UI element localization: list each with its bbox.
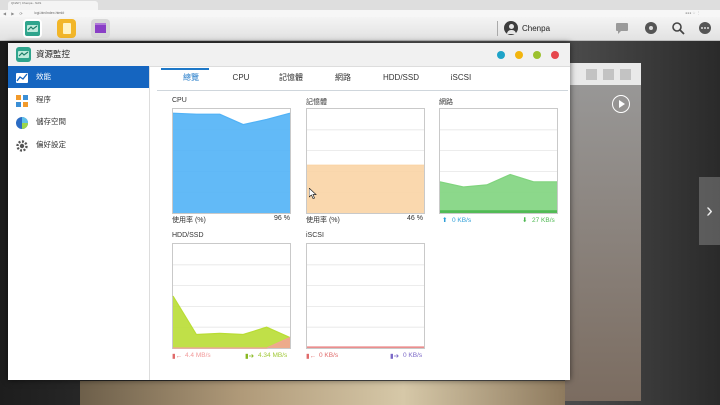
window-titlebar[interactable]: 資源監控 [8, 43, 570, 67]
cpu-usage-label: 使用率 (%) [172, 217, 206, 224]
more-options-icon[interactable] [698, 21, 712, 35]
active-tab-indicator [161, 68, 209, 70]
hdd-read-icon: ▮← [172, 353, 183, 360]
chart-frame [306, 243, 425, 349]
iscsi-read-value: 0 KB/s [319, 352, 339, 359]
iscsi-write-value: 0 KB/s [403, 352, 423, 359]
series-area-0 [173, 113, 290, 213]
tab-bar: 總覽 CPU 記憶體 網路 HDD/SSD iSCSI [157, 66, 568, 91]
username[interactable]: Chenpa [522, 17, 550, 40]
background-window-maximize-button[interactable] [603, 69, 614, 80]
notification-dashboard-icon[interactable] [644, 21, 658, 35]
tab-hdd-ssd[interactable]: HDD/SSD [369, 66, 433, 90]
browser-tab[interactable]: QNAP | Chenpa - NAS [8, 1, 98, 10]
network-chart [439, 108, 558, 214]
network-upload-value: 0 KB/s [452, 217, 472, 224]
resource-monitor-icon [16, 47, 31, 62]
taskbar-separator [497, 21, 498, 36]
process-icon [16, 94, 28, 107]
maximize-button[interactable] [533, 51, 541, 59]
window-title: 資源監控 [36, 49, 71, 59]
tab-iscsi[interactable]: iSCSI [437, 66, 485, 90]
iscsi-chart [306, 243, 425, 349]
network-download-value: 27 KB/s [532, 217, 555, 224]
info-button[interactable] [497, 51, 505, 59]
sidebar: 效能 程序 儲存空間 偏好設定 [8, 66, 150, 380]
iscsi-panel-title: iSCSI [306, 232, 324, 239]
series-area-0 [307, 165, 424, 213]
sidebar-item-label: 儲存空間 [36, 117, 66, 126]
cpu-panel-title: CPU [172, 97, 187, 104]
sidebar-item-label: 程序 [36, 95, 51, 104]
memory-usage-value: 46 % [407, 215, 423, 222]
memory-panel-title: 記憶體 [306, 99, 327, 106]
browser-nav-buttons[interactable]: ◀ ▶ ⟳ [3, 10, 25, 17]
download-arrow-icon: ⬇ [522, 217, 528, 224]
hdd-write-icon: ▮➔ [245, 353, 255, 360]
cpu-usage-chart [172, 108, 291, 214]
tab-network[interactable]: 網路 [319, 66, 367, 90]
mouse-cursor-icon [309, 188, 317, 199]
notes-app-icon[interactable] [57, 19, 76, 38]
close-button[interactable] [551, 51, 559, 59]
upload-arrow-icon: ⬆ [442, 217, 448, 224]
minimize-button[interactable] [515, 51, 523, 59]
network-panel-title: 網路 [439, 99, 453, 106]
background-window-minimize-button[interactable] [586, 69, 597, 80]
hdd-read-value: 4.4 MB/s [185, 352, 211, 359]
memory-usage-chart [306, 108, 425, 214]
sidebar-item-label: 效能 [36, 72, 51, 81]
iscsi-write-icon: ▮➔ [390, 353, 400, 360]
video-app-icon[interactable] [91, 19, 110, 38]
tab-memory[interactable]: 記憶體 [267, 66, 315, 90]
hdd-write-value: 4.34 MB/s [258, 352, 288, 359]
background-window-close-button[interactable] [620, 69, 631, 80]
search-icon[interactable] [671, 21, 685, 35]
play-icon[interactable] [612, 95, 630, 113]
storage-pie-icon [16, 116, 28, 129]
hdd-chart [172, 243, 291, 349]
sidebar-item-performance[interactable]: 效能 [8, 66, 149, 88]
message-icon[interactable] [615, 21, 629, 35]
tab-cpu[interactable]: CPU [217, 66, 265, 90]
user-avatar-icon[interactable] [504, 21, 518, 35]
next-arrow-icon[interactable]: › [699, 177, 720, 245]
sidebar-item-storage[interactable]: 儲存空間 [8, 111, 149, 133]
iscsi-read-icon: ▮← [306, 353, 317, 360]
hdd-panel-title: HDD/SSD [172, 232, 204, 239]
performance-chart-icon [16, 71, 28, 83]
gear-icon [16, 139, 28, 152]
background-video-window[interactable] [565, 63, 641, 401]
resource-monitor-app-icon[interactable] [23, 19, 42, 38]
url-field[interactable]: /cgi-bin/index.html# [34, 10, 64, 17]
sidebar-item-preferences[interactable]: 偏好設定 [8, 134, 149, 156]
sidebar-item-label: 偏好設定 [36, 140, 66, 149]
browser-extensions[interactable]: ●●● ☆ ⋮ [685, 10, 700, 17]
qts-taskbar: Chenpa [0, 17, 720, 41]
sidebar-item-process[interactable]: 程序 [8, 89, 149, 111]
background-photo [80, 381, 565, 405]
memory-usage-label: 使用率 (%) [306, 217, 340, 224]
cpu-usage-value: 96 % [274, 215, 290, 222]
